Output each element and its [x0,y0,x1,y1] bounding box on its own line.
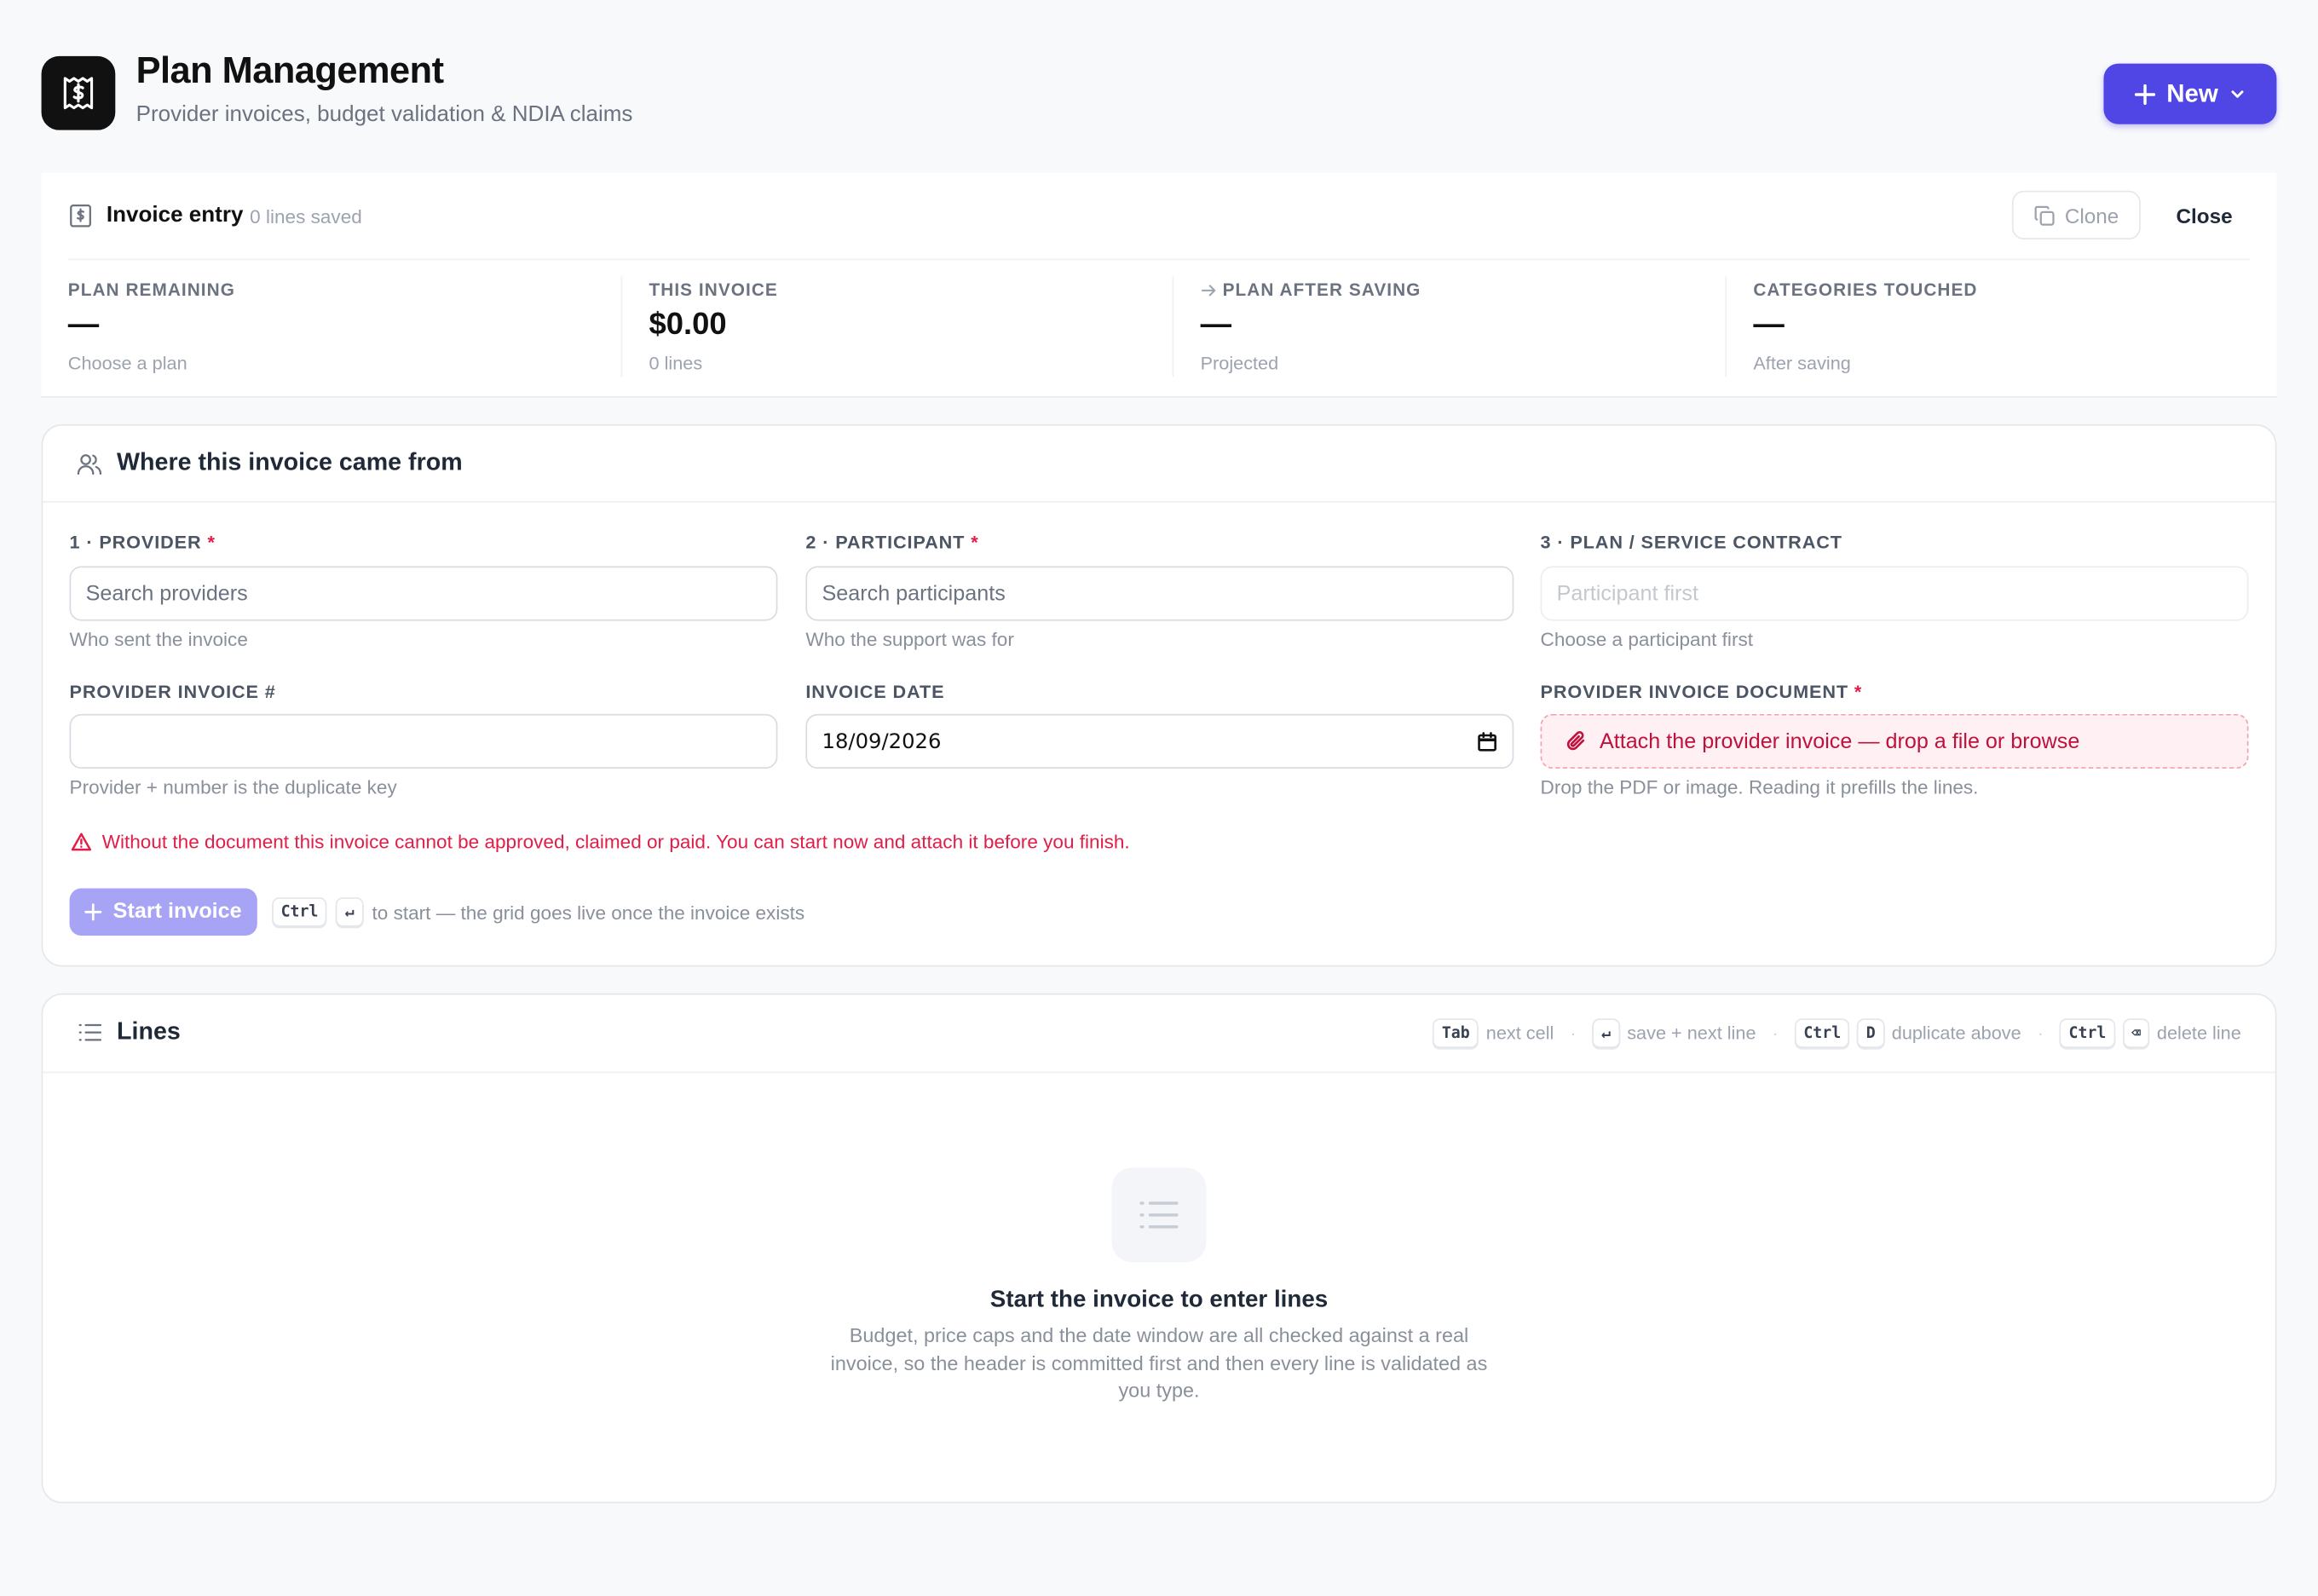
lines-card-title: Lines [117,1018,181,1046]
plan-contract-hint: Choose a participant first [1540,628,1753,651]
new-button-label: New [2166,78,2218,107]
kbd-ctrl: Ctrl [272,896,327,927]
provider-search-input[interactable] [69,566,778,621]
provider-hint: Who sent the invoice [69,628,248,651]
kbd-ctrl: Ctrl [2060,1018,2115,1048]
kbd-d: D [1857,1018,1885,1048]
start-invoice-label: Start invoice [112,900,242,925]
stat-value: — [1753,307,1785,342]
copy-icon [2034,205,2055,225]
chevron-down-icon [2232,90,2245,98]
keyboard-shortcuts: Tab next cell · ↵ save + next line · Ctr… [1433,1018,2241,1048]
kbd-enter: ↵ [1592,1018,1620,1048]
kbd-ctrl: Ctrl [1794,1018,1850,1048]
source-card-title: Where this invoice came from [117,449,463,476]
invoice-date-input[interactable]: 18/09/2026 [805,713,1514,769]
users-icon [77,454,102,475]
plan-contract-label: 3 · PLAN / SERVICE CONTRACT [1540,532,1842,553]
stat-separator [1725,276,1727,377]
plan-contract-input[interactable] [1540,566,2249,621]
shortcut-label: delete line [2156,1023,2241,1044]
lines-card: Lines Tab next cell · ↵ save + next line… [41,993,2277,1504]
kbd-tab: Tab [1433,1018,1479,1048]
stat-value: — [1200,307,1232,342]
lines-saved-count: 0 lines saved [250,205,362,228]
stat-sub: Projected [1200,353,1279,374]
stat-sub: After saving [1753,353,1851,374]
start-invoice-button[interactable]: Start invoice [69,888,257,936]
card-divider [43,501,2275,503]
participant-label-text: 2 · PARTICIPANT [805,532,966,553]
invoice-entry-title: Invoice entry [106,202,244,228]
shortcut-label: next cell [1485,1023,1554,1044]
invoice-date-label: INVOICE DATE [805,681,945,702]
warning-triangle-icon [71,833,92,851]
empty-list-icon [1111,1167,1207,1263]
separator-dot: · [2037,1023,2044,1044]
stat-label: PLAN AFTER SAVING [1222,279,1421,301]
kbd-enter: ↵ [336,896,364,927]
empty-state-body: Budget, price caps and the date window a… [830,1324,1488,1402]
document-hint: Drop the PDF or image. Reading it prefil… [1540,775,1979,798]
invoice-date-value: 18/09/2026 [822,729,942,753]
invoice-summary-panel: Invoice entry 0 lines saved Clone Close … [41,172,2277,398]
required-marker: * [1854,681,1863,702]
separator-dot: · [1570,1023,1577,1044]
stat-sub: Choose a plan [67,353,187,374]
stat-label: THIS INVOICE [649,279,778,301]
arrow-right-icon [1201,284,1216,296]
clone-button[interactable]: Clone [2011,190,2141,240]
required-marker: * [207,532,216,553]
page-title: Plan Management [136,49,444,92]
invoice-number-label: PROVIDER INVOICE # [69,681,276,702]
shortcut-label: duplicate above [1891,1023,2021,1044]
invoice-source-card: Where this invoice came from 1 · PROVIDE… [41,423,2277,967]
page-subtitle: Provider invoices, budget validation & N… [136,101,633,128]
plan-management-app: Plan Management Provider invoices, budge… [0,0,2318,1596]
stat-label-row: PLAN AFTER SAVING [1201,279,1421,300]
provider-label-text: 1 · PROVIDER [69,532,202,553]
required-marker: * [971,532,979,553]
participant-search-input[interactable] [805,566,1514,621]
card-divider [43,1071,2275,1074]
stat-separator [1172,276,1174,377]
participant-hint: Who the support was for [805,628,1014,651]
plus-icon [85,903,103,921]
provider-label: 1 · PROVIDER * [70,532,216,552]
invoice-number-hint: Provider + number is the duplicate key [69,775,397,798]
stat-sub: 0 lines [649,353,703,374]
paperclip-icon [1566,731,1585,751]
plus-icon [2134,84,2155,105]
start-shortcut-hint: Ctrl ↵ to start — the grid goes live onc… [272,896,805,927]
stat-value: — [67,307,100,342]
participant-label: 2 · PARTICIPANT * [805,532,978,552]
summary-divider [67,258,2251,261]
stat-value: $0.00 [649,307,727,342]
kbd-backspace: ⌫ [2122,1018,2150,1048]
separator-dot: · [1772,1023,1779,1044]
close-button[interactable]: Close [2176,204,2232,228]
missing-document-warning: Without the document this invoice cannot… [71,830,1130,853]
calendar-icon[interactable] [1477,731,1497,752]
start-hint-text: to start — the grid goes live once the i… [372,901,805,924]
document-label-text: PROVIDER INVOICE DOCUMENT [1540,681,1848,702]
invoice-icon [70,204,91,228]
document-label: PROVIDER INVOICE DOCUMENT * [1541,682,1863,702]
warning-text: Without the document this invoice cannot… [101,830,1130,853]
empty-state-title: Start the invoice to enter lines [989,1287,1329,1313]
list-icon [78,1023,102,1041]
stat-label: CATEGORIES TOUCHED [1753,279,1978,301]
dollar-receipt-icon [41,55,116,130]
stat-label: PLAN REMAINING [67,279,235,301]
attach-text: Attach the provider invoice — drop a fil… [1599,729,2080,753]
invoice-number-input[interactable] [69,713,778,769]
clone-label: Clone [2064,203,2119,228]
attach-document-dropzone[interactable]: Attach the provider invoice — drop a fil… [1540,713,2249,769]
new-button[interactable]: New [2103,63,2277,124]
stat-separator [620,276,623,377]
shortcut-label: save + next line [1627,1023,1756,1044]
